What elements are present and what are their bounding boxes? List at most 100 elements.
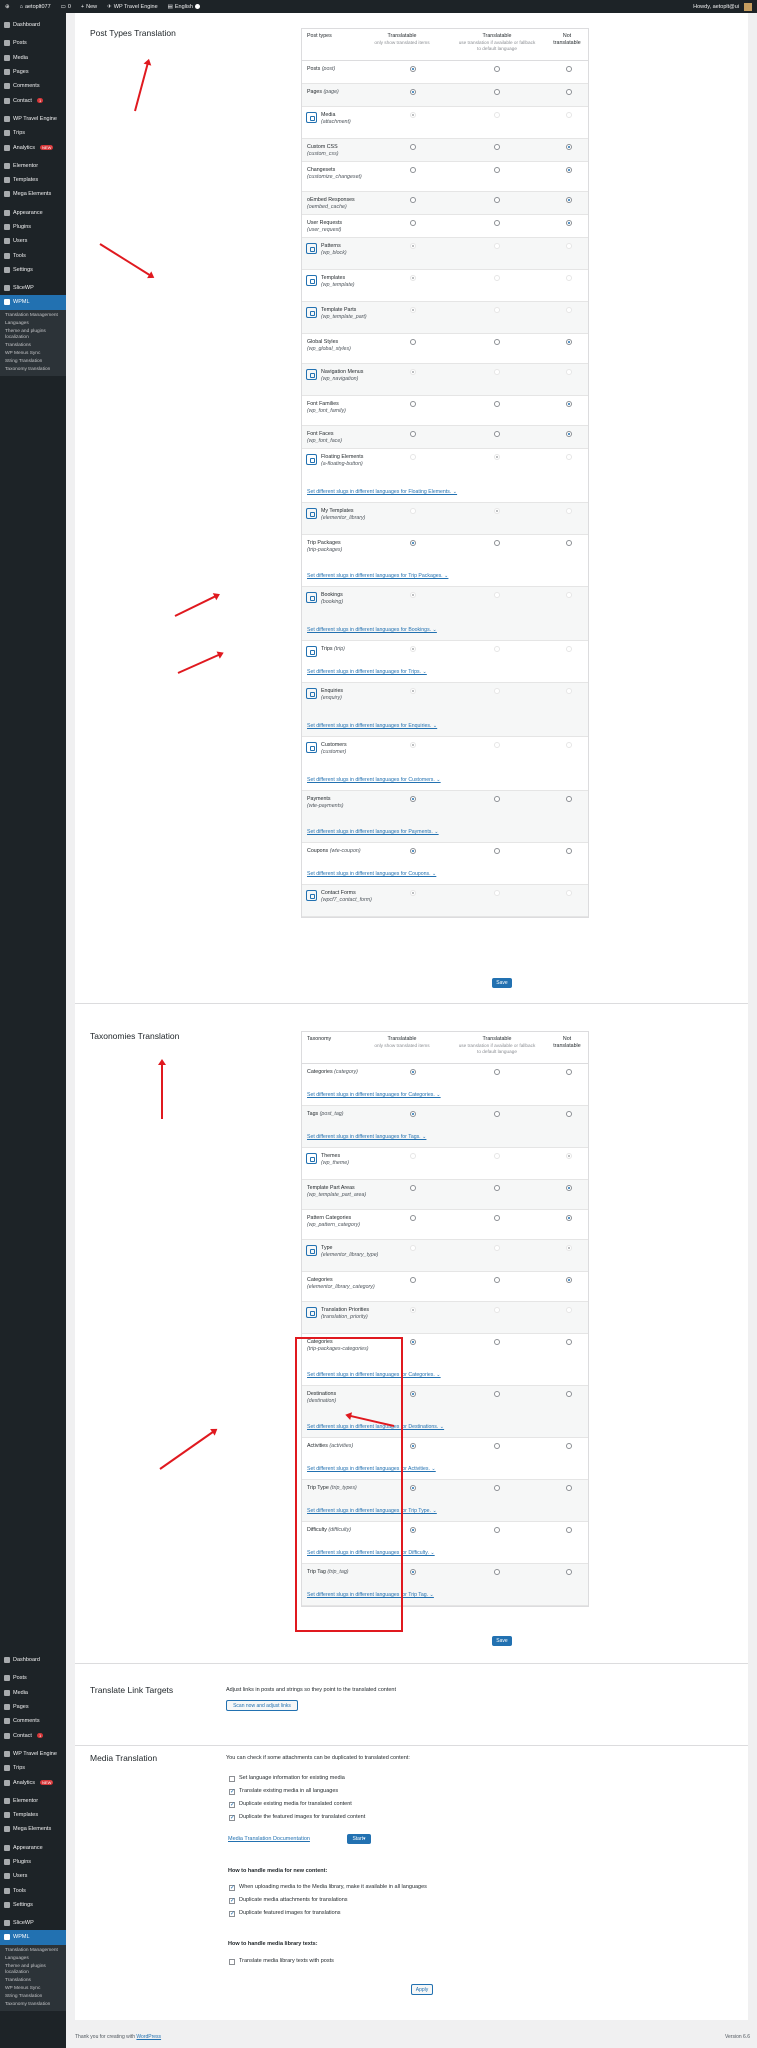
translation-mode-radio[interactable] [410, 1153, 416, 1159]
submenu-item[interactable]: Languages [0, 1955, 66, 1963]
sidebar-item-contact[interactable]: Contact 1 [0, 1728, 66, 1742]
translation-mode-radio[interactable] [410, 688, 416, 694]
slug-settings-link[interactable]: Set different slugs in different languag… [307, 627, 437, 633]
sidebar-item-templates[interactable]: Templates [0, 173, 66, 187]
sidebar-item-wp-travel-engine[interactable]: WP Travel Engine [0, 112, 66, 126]
media-docs-link[interactable]: Media Translation Documentation [228, 1836, 310, 1842]
translation-mode-radio[interactable] [566, 1569, 572, 1575]
translation-mode-radio[interactable] [494, 1277, 500, 1283]
translation-mode-radio[interactable] [494, 1153, 500, 1159]
submenu-item[interactable]: Translations [0, 342, 66, 350]
submenu-item[interactable]: Translation Management [0, 1947, 66, 1955]
translation-mode-radio[interactable] [494, 1485, 500, 1491]
sidebar-item-trips[interactable]: Trips [0, 1761, 66, 1775]
sidebar-item-contact[interactable]: Contact 1 [0, 93, 66, 107]
lock-icon[interactable] [306, 1153, 317, 1164]
sidebar-item-comments[interactable]: Comments [0, 1714, 66, 1728]
lock-icon[interactable] [306, 454, 317, 465]
taxonomies-save-button[interactable]: Save [492, 1636, 512, 1646]
sidebar-item-settings[interactable]: Settings [0, 1898, 66, 1912]
lock-icon[interactable] [306, 1245, 317, 1256]
sidebar-item-users[interactable]: Users [0, 234, 66, 248]
slug-settings-link[interactable]: Set different slugs in different languag… [307, 777, 441, 783]
translation-mode-radio[interactable] [566, 307, 572, 313]
translation-mode-radio[interactable] [566, 1069, 572, 1075]
translation-mode-radio[interactable] [566, 646, 572, 652]
wordpress-link[interactable]: WordPress [136, 2034, 161, 2040]
translation-mode-radio[interactable] [566, 112, 572, 118]
translation-mode-radio[interactable] [494, 1443, 500, 1449]
slug-settings-link[interactable]: Set different slugs in different languag… [307, 723, 437, 729]
translation-mode-radio[interactable] [566, 848, 572, 854]
option-checkbox[interactable] [229, 1801, 235, 1808]
translation-mode-radio[interactable] [494, 307, 500, 313]
translation-mode-radio[interactable] [566, 592, 572, 598]
translation-mode-radio[interactable] [410, 243, 416, 249]
translation-mode-radio[interactable] [410, 1111, 416, 1117]
translation-mode-radio[interactable] [410, 508, 416, 514]
translation-mode-radio[interactable] [494, 1527, 500, 1533]
translation-mode-radio[interactable] [410, 742, 416, 748]
submenu-item[interactable]: Translations [0, 1977, 66, 1985]
site-name-link[interactable]: ⌂ aetoplt077 [15, 0, 56, 13]
translation-mode-radio[interactable] [410, 1485, 416, 1491]
sidebar-item-analytics[interactable]: Analytics NEW [0, 1775, 66, 1789]
lock-icon[interactable] [306, 307, 317, 318]
translation-mode-radio[interactable] [566, 369, 572, 375]
translation-mode-radio[interactable] [566, 1391, 572, 1397]
translation-mode-radio[interactable] [566, 220, 572, 226]
submenu-item[interactable]: Translation Management [0, 312, 66, 320]
translation-mode-radio[interactable] [410, 401, 416, 407]
translation-mode-radio[interactable] [494, 1569, 500, 1575]
lock-icon[interactable] [306, 508, 317, 519]
translation-mode-radio[interactable] [410, 197, 416, 203]
submenu-item[interactable]: WP Menus Sync [0, 350, 66, 358]
sidebar-item-wpml[interactable]: WPML [0, 295, 66, 310]
translation-mode-radio[interactable] [494, 66, 500, 72]
translation-mode-radio[interactable] [410, 220, 416, 226]
translation-mode-radio[interactable] [410, 339, 416, 345]
sidebar-item-mega-elements[interactable]: Mega Elements [0, 187, 66, 201]
submenu-item[interactable]: String Translation [0, 1993, 66, 2001]
sidebar-item-posts[interactable]: Posts [0, 1671, 66, 1685]
translation-mode-radio[interactable] [410, 307, 416, 313]
translation-mode-radio[interactable] [566, 275, 572, 281]
translation-mode-radio[interactable] [494, 890, 500, 896]
sidebar-item-analytics[interactable]: Analytics NEW [0, 140, 66, 154]
translation-mode-radio[interactable] [566, 890, 572, 896]
translation-mode-radio[interactable] [494, 540, 500, 546]
translation-mode-radio[interactable] [566, 89, 572, 95]
translation-mode-radio[interactable] [494, 688, 500, 694]
wp-travel-engine-link[interactable]: ✈ WP Travel Engine [102, 0, 163, 13]
sidebar-item-slicewp[interactable]: SliceWP [0, 281, 66, 295]
lock-icon[interactable] [306, 112, 317, 123]
translation-mode-radio[interactable] [566, 401, 572, 407]
sidebar-item-dashboard[interactable]: Dashboard [0, 18, 66, 32]
translation-mode-radio[interactable] [410, 540, 416, 546]
my-account[interactable]: Howdy, aetoplt@ui [688, 0, 757, 13]
submenu-item[interactable]: Theme and plugins localization [0, 1963, 66, 1977]
option-checkbox[interactable] [229, 1897, 235, 1904]
translation-mode-radio[interactable] [494, 401, 500, 407]
sidebar-item-plugins[interactable]: Plugins [0, 220, 66, 234]
translation-mode-radio[interactable] [566, 1111, 572, 1117]
apply-button[interactable]: Apply [411, 1984, 433, 1995]
translation-mode-radio[interactable] [566, 66, 572, 72]
translation-mode-radio[interactable] [410, 1443, 416, 1449]
sidebar-item-wp-travel-engine[interactable]: WP Travel Engine [0, 1747, 66, 1761]
option-checkbox[interactable] [229, 1959, 235, 1965]
translation-mode-radio[interactable] [494, 592, 500, 598]
sidebar-item-appearance[interactable]: Appearance [0, 206, 66, 220]
slug-settings-link[interactable]: Set different slugs in different languag… [307, 1134, 426, 1140]
sidebar-item-trips[interactable]: Trips [0, 126, 66, 140]
comments-link[interactable]: ▭ 0 [56, 0, 76, 13]
wp-logo-icon[interactable]: ⊕ [0, 0, 15, 13]
start-button[interactable]: Start ▾ [347, 1834, 371, 1844]
translation-mode-radio[interactable] [494, 454, 500, 460]
translation-mode-radio[interactable] [410, 275, 416, 281]
sidebar-item-appearance[interactable]: Appearance [0, 1841, 66, 1855]
translation-mode-radio[interactable] [566, 1153, 572, 1159]
translation-mode-radio[interactable] [566, 540, 572, 546]
translation-mode-radio[interactable] [410, 369, 416, 375]
sidebar-item-users[interactable]: Users [0, 1869, 66, 1883]
